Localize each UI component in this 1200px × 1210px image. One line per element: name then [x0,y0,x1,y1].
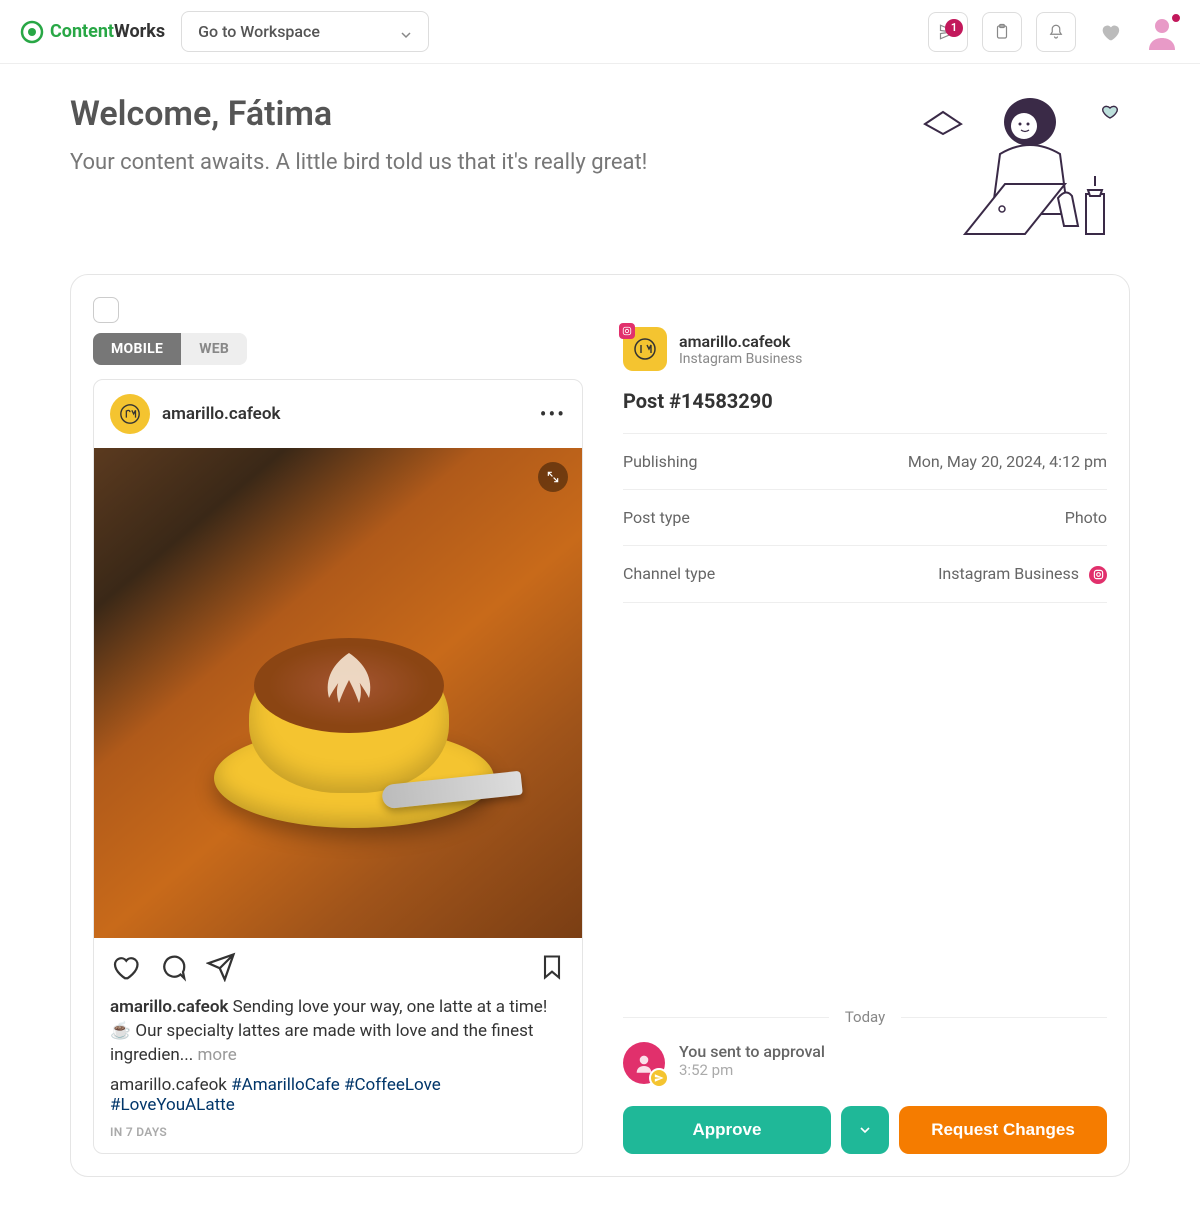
instagram-preview: amarillo.cafeok ••• [93,379,583,1154]
details-column: amarillo.cafeok Instagram Business Post … [623,297,1107,1154]
hashtag-link[interactable]: #CoffeeLove [344,1075,441,1095]
welcome-heading: Welcome, Fátima [70,94,647,134]
heart-button[interactable] [1090,12,1130,52]
preview-tabs: MOBILE WEB [93,333,247,365]
account-type: Instagram Business [679,351,802,367]
logo[interactable]: ContentWorks [20,20,165,44]
activity-item: You sent to approval 3:52 pm [623,1042,1107,1084]
post-id: Post #14583290 [623,389,1107,434]
meta-posttype: Post type Photo [623,490,1107,546]
action-buttons: Approve Request Changes [623,1106,1107,1154]
ig-time: IN 7 DAYS [94,1125,582,1153]
welcome-subtitle: Your content awaits. A little bird told … [70,150,647,175]
account-avatar [623,327,667,371]
comment-icon[interactable] [158,952,188,986]
avatar-status-dot [1170,12,1182,24]
workspace-label: Go to Workspace [198,22,320,41]
ig-actions [94,938,582,996]
activity-avatar [623,1042,665,1084]
ig-header: amarillo.cafeok ••• [94,380,582,448]
heart-icon[interactable] [110,952,140,986]
tab-mobile[interactable]: MOBILE [93,333,181,365]
activity-text: You sent to approval 3:52 pm [679,1042,825,1084]
main-content: Welcome, Fátima Your content awaits. A l… [0,64,1200,1207]
user-avatar[interactable] [1144,14,1180,50]
ig-username: amarillo.cafeok [162,404,280,424]
account-info: amarillo.cafeok Instagram Business [679,332,802,367]
tab-web[interactable]: WEB [181,333,247,365]
welcome-illustration [910,94,1130,254]
ig-caption: amarillo.cafeok Sending love your way, o… [94,996,582,1075]
instagram-icon [1089,566,1107,584]
welcome-text: Welcome, Fátima Your content awaits. A l… [70,94,647,175]
welcome-row: Welcome, Fátima Your content awaits. A l… [70,94,1130,254]
bell-button[interactable] [1036,12,1076,52]
meta-channeltype: Channel type Instagram Business [623,546,1107,603]
select-checkbox[interactable] [93,297,119,323]
send-button[interactable]: 1 [928,12,968,52]
account-name: amarillo.cafeok [679,332,802,351]
topbar: ContentWorks Go to Workspace 1 [0,0,1200,64]
expand-icon[interactable] [538,462,568,492]
hashtag-link[interactable]: #AmarilloCafe [231,1075,340,1095]
bookmark-icon[interactable] [538,953,566,985]
post-card: MOBILE WEB amarillo.cafeok ••• [70,274,1130,1177]
logo-text: ContentWorks [50,21,165,42]
ig-image [94,448,582,938]
topbar-right: 1 [928,12,1180,52]
ig-avatar [110,394,150,434]
approve-button[interactable]: Approve [623,1106,831,1154]
share-icon[interactable] [206,952,236,986]
approve-dropdown[interactable] [841,1106,889,1154]
ig-hashtags: amarillo.cafeok #AmarilloCafe #CoffeeLov… [94,1075,582,1125]
chevron-down-icon [400,26,412,38]
request-changes-button[interactable]: Request Changes [899,1106,1107,1154]
send-mini-icon [649,1068,669,1088]
clipboard-button[interactable] [982,12,1022,52]
more-icon[interactable]: ••• [540,402,566,426]
workspace-select[interactable]: Go to Workspace [181,11,429,52]
hashtag-link[interactable]: #LoveYouALatte [110,1095,235,1115]
meta-publishing: Publishing Mon, May 20, 2024, 4:12 pm [623,434,1107,490]
logo-icon [20,20,44,44]
today-separator: Today [623,968,1107,1026]
notification-badge: 1 [945,19,963,37]
account-row: amarillo.cafeok Instagram Business [623,297,1107,371]
more-link[interactable]: more [197,1045,236,1065]
instagram-badge-icon [619,323,635,339]
preview-column: MOBILE WEB amarillo.cafeok ••• [93,297,583,1154]
